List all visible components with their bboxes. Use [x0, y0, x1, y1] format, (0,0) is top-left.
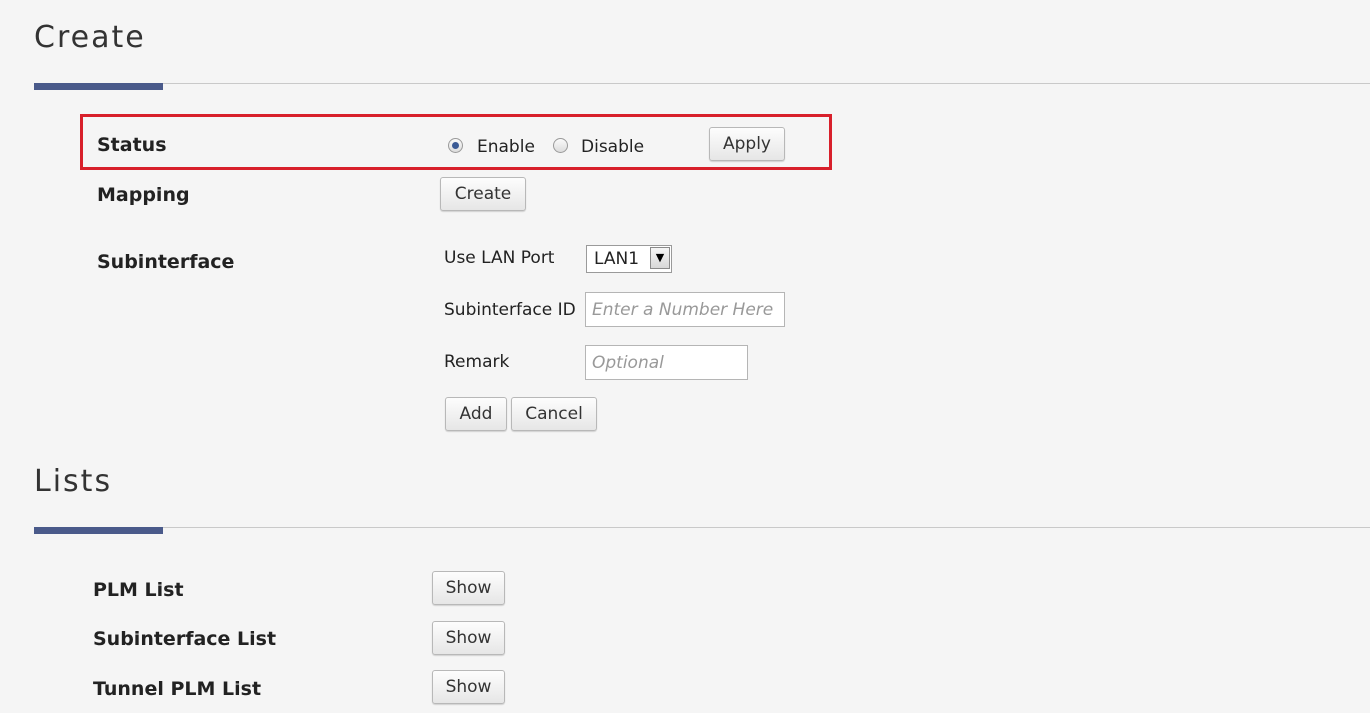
subinterface-id-label: Subinterface ID	[444, 300, 576, 320]
lists-section-title: Lists	[34, 464, 113, 499]
cancel-button[interactable]: Cancel	[511, 397, 597, 431]
lists-section-accent-bar	[34, 527, 163, 534]
lan-port-select[interactable]: LAN1 ▼	[586, 245, 672, 273]
tunnel-plm-list-show-button[interactable]: Show	[432, 670, 505, 704]
plm-list-label: PLM List	[93, 579, 184, 601]
mapping-create-button[interactable]: Create	[440, 177, 526, 211]
status-disable-label[interactable]: Disable	[581, 137, 644, 157]
add-button[interactable]: Add	[445, 397, 507, 431]
mapping-label: Mapping	[97, 184, 190, 206]
lan-port-select-value: LAN1	[594, 249, 640, 269]
apply-button[interactable]: Apply	[709, 127, 785, 161]
create-section-title: Create	[34, 20, 146, 55]
remark-label: Remark	[444, 352, 510, 372]
subinterface-id-input[interactable]	[585, 292, 785, 327]
subinterface-list-label: Subinterface List	[93, 628, 277, 650]
tunnel-plm-list-label: Tunnel PLM List	[93, 678, 262, 700]
lists-section-divider	[34, 527, 1370, 528]
subinterface-label: Subinterface	[97, 251, 235, 273]
status-enable-label[interactable]: Enable	[477, 137, 535, 157]
create-section-divider	[34, 83, 1370, 84]
lan-port-label: Use LAN Port	[444, 248, 555, 268]
status-enable-radio[interactable]	[448, 138, 463, 153]
chevron-down-icon[interactable]: ▼	[650, 247, 670, 269]
subinterface-list-show-button[interactable]: Show	[432, 621, 505, 655]
status-label: Status	[97, 134, 167, 156]
plm-list-show-button[interactable]: Show	[432, 571, 505, 605]
status-disable-radio[interactable]	[553, 138, 568, 153]
create-section-accent-bar	[34, 83, 163, 90]
remark-input[interactable]	[585, 345, 748, 380]
